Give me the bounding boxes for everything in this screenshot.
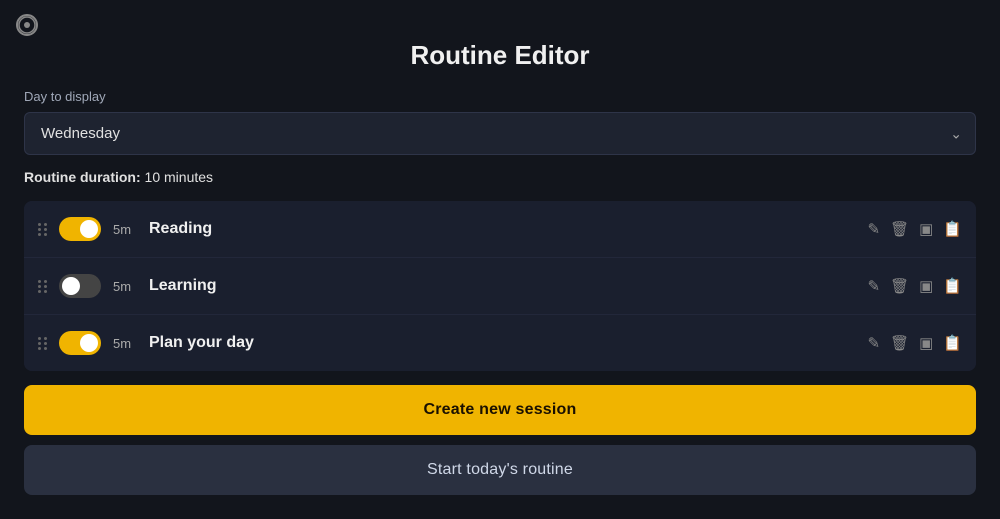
item-duration: 5m — [113, 336, 137, 351]
day-selector-label: Day to display — [24, 89, 976, 104]
delete-icon[interactable]: 🗑 — [890, 220, 909, 238]
copy-icon[interactable]: 📋 — [943, 334, 962, 352]
item-toggle-plan-your-day[interactable] — [59, 331, 101, 355]
item-duration: 5m — [113, 279, 137, 294]
item-name: Learning — [149, 277, 856, 295]
window-icon[interactable]: ▣ — [919, 334, 933, 352]
routine-item: 5m Reading ✎ 🗑 ▣ 📋 — [24, 201, 976, 258]
start-todays-routine-button[interactable]: Start today's routine — [24, 445, 976, 495]
routine-item: 5m Plan your day ✎ 🗑 ▣ 📋 — [24, 315, 976, 371]
routine-duration-label: Routine duration: — [24, 169, 141, 185]
copy-icon[interactable]: 📋 — [943, 220, 962, 238]
back-icon[interactable] — [16, 14, 38, 36]
routine-items-list: 5m Reading ✎ 🗑 ▣ 📋 — [24, 201, 976, 371]
item-name: Plan your day — [149, 334, 856, 352]
item-name: Reading — [149, 220, 856, 238]
item-action-icons: ✎ 🗑 ▣ 📋 — [868, 220, 963, 238]
drag-handle[interactable] — [38, 337, 47, 350]
page-title: Routine Editor — [0, 40, 1000, 71]
item-action-icons: ✎ 🗑 ▣ 📋 — [868, 277, 963, 295]
item-toggle-learning[interactable] — [59, 274, 101, 298]
routine-item: 5m Learning ✎ 🗑 ▣ 📋 — [24, 258, 976, 315]
copy-icon[interactable]: 📋 — [943, 277, 962, 295]
edit-icon[interactable]: ✎ — [868, 334, 881, 352]
window-icon[interactable]: ▣ — [919, 277, 933, 295]
item-toggle-reading[interactable] — [59, 217, 101, 241]
routine-duration: Routine duration: 10 minutes — [24, 169, 976, 185]
content-area: Day to display Wednesday Monday Tuesday … — [0, 89, 1000, 519]
drag-handle[interactable] — [38, 280, 47, 293]
edit-icon[interactable]: ✎ — [868, 220, 881, 238]
routine-duration-value-text: 10 minutes — [145, 169, 213, 185]
edit-icon[interactable]: ✎ — [868, 277, 881, 295]
create-new-session-button[interactable]: Create new session — [24, 385, 976, 435]
day-select[interactable]: Wednesday Monday Tuesday Thursday Friday… — [24, 112, 976, 155]
delete-icon[interactable]: 🗑 — [890, 334, 909, 352]
item-action-icons: ✎ 🗑 ▣ 📋 — [868, 334, 963, 352]
item-duration: 5m — [113, 222, 137, 237]
delete-icon[interactable]: 🗑 — [890, 277, 909, 295]
window-icon[interactable]: ▣ — [919, 220, 933, 238]
drag-handle[interactable] — [38, 223, 47, 236]
day-select-wrapper: Wednesday Monday Tuesday Thursday Friday… — [24, 112, 976, 155]
